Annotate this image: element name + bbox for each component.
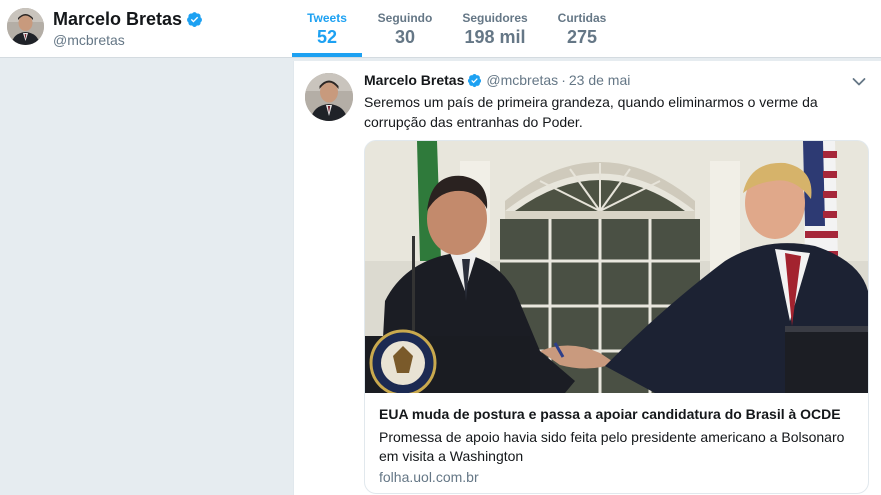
stat-likes[interactable]: Curtidas 275 bbox=[557, 10, 607, 48]
stat-likes-value: 275 bbox=[566, 27, 598, 47]
tweet-header-separator: · bbox=[561, 72, 566, 88]
profile-name-text: Marcelo Bretas bbox=[53, 9, 183, 29]
tweet-author-name[interactable]: Marcelo Bretas bbox=[364, 72, 464, 88]
stat-following[interactable]: Seguindo 30 bbox=[377, 10, 433, 48]
profile-avatar[interactable] bbox=[7, 8, 44, 45]
tweet-avatar[interactable] bbox=[305, 73, 353, 121]
stat-followers[interactable]: Seguidores 198 mil bbox=[462, 10, 528, 48]
link-preview-card[interactable]: EUA muda de postura e passa a apoiar can… bbox=[364, 140, 869, 494]
tweet-timestamp[interactable]: 23 de mai bbox=[569, 72, 630, 88]
verified-badge-icon bbox=[187, 12, 202, 27]
tweet-author-handle[interactable]: @mcbretas bbox=[486, 72, 558, 88]
tweet[interactable]: Marcelo Bretas @mcbretas · 23 de mai Ser… bbox=[293, 61, 881, 495]
active-tab-indicator bbox=[292, 53, 362, 57]
stat-likes-label: Curtidas bbox=[557, 11, 607, 25]
stat-followers-value: 198 mil bbox=[464, 27, 526, 47]
stat-following-value: 30 bbox=[394, 27, 416, 47]
tweet-header: Marcelo Bretas @mcbretas · 23 de mai bbox=[364, 72, 630, 88]
stat-tweets[interactable]: Tweets 52 bbox=[307, 10, 347, 48]
card-image[interactable] bbox=[365, 141, 868, 393]
chevron-down-icon[interactable] bbox=[852, 77, 866, 87]
profile-handle[interactable]: @mcbretas bbox=[53, 32, 125, 48]
stat-followers-label: Seguidores bbox=[462, 11, 528, 25]
profile-header-bar: Marcelo Bretas @mcbretas Tweets 52 Segui… bbox=[0, 0, 881, 58]
card-title[interactable]: EUA muda de postura e passa a apoiar can… bbox=[379, 406, 859, 422]
stat-tweets-value: 52 bbox=[316, 27, 338, 47]
card-domain[interactable]: folha.uol.com.br bbox=[379, 469, 479, 485]
tweet-text: Seremos um país de primeira grandeza, qu… bbox=[364, 94, 818, 130]
verified-badge-icon bbox=[468, 73, 482, 87]
profile-name[interactable]: Marcelo Bretas bbox=[53, 9, 203, 30]
card-description: Promessa de apoio havia sido feita pelo … bbox=[379, 429, 845, 464]
stat-tweets-label: Tweets bbox=[307, 11, 347, 25]
stat-following-label: Seguindo bbox=[377, 11, 433, 25]
